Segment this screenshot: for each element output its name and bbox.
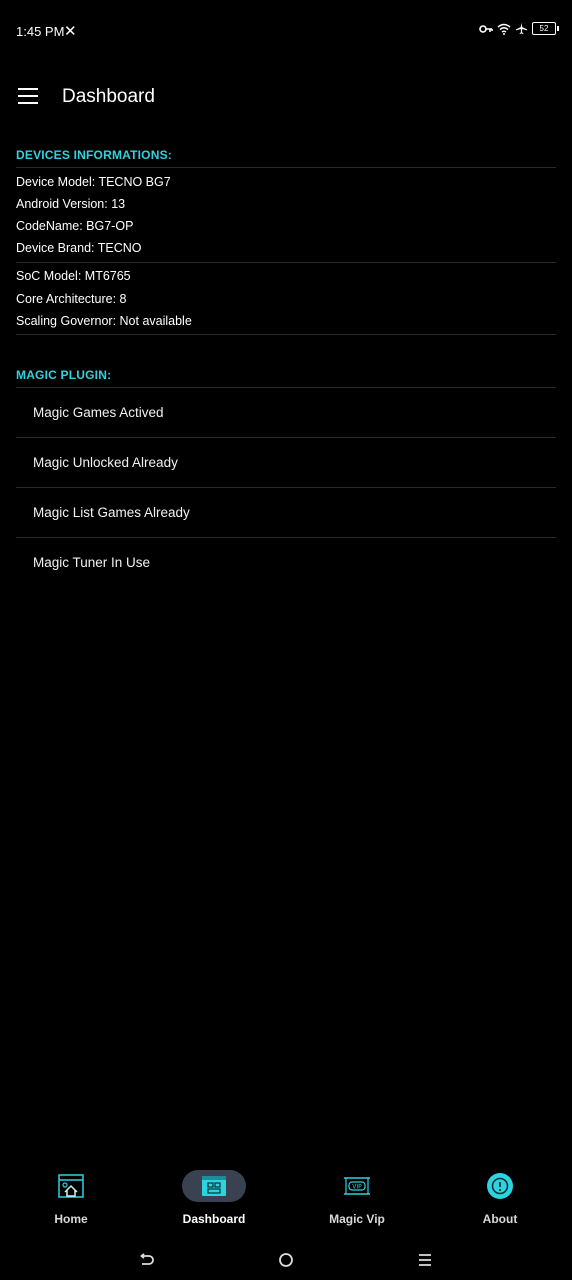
svg-text:VIP: VIP [352, 1184, 362, 1191]
plugin-item-games-actived[interactable]: Magic Games Actived [33, 405, 164, 420]
devices-section-header: DEVICES INFORMATIONS: [16, 148, 172, 162]
device-brand-text: Device Brand: TECNO [16, 241, 142, 255]
nav-item-magic-vip[interactable]: VIP Magic Vip [302, 1160, 412, 1235]
nav-label-magic-vip: Magic Vip [329, 1212, 385, 1226]
battery-icon: 52 [532, 22, 559, 35]
page-title: Dashboard [62, 86, 155, 107]
core-architecture-text: Core Architecture: 8 [16, 292, 127, 306]
vip-icon: VIP [344, 1177, 370, 1195]
device-model-text: Device Model: TECNO BG7 [16, 175, 171, 189]
nav-label-dashboard: Dashboard [182, 1212, 246, 1226]
status-bar: 1:45 PM ✕ 52 [0, 0, 572, 62]
nav-label-about: About [482, 1212, 518, 1226]
plugin-item-unlocked[interactable]: Magic Unlocked Already [33, 455, 178, 470]
plugin-item-tuner[interactable]: Magic Tuner In Use [33, 555, 150, 570]
divider [16, 437, 556, 438]
status-time: 1:45 PM [16, 24, 65, 39]
nav-item-dashboard[interactable]: Dashboard [159, 1160, 269, 1235]
android-version-text: Android Version: 13 [16, 197, 126, 211]
home-button-icon[interactable] [278, 1252, 294, 1268]
nav-item-about[interactable]: About [445, 1160, 555, 1235]
wifi-icon [497, 23, 511, 35]
dashboard-icon [202, 1176, 226, 1196]
divider [16, 262, 556, 263]
bottom-navigation: Home Dashboard VIP Magic Vip About [0, 1160, 572, 1235]
status-icons: 52 [479, 22, 559, 35]
system-navigation-bar [0, 1240, 572, 1280]
app-bar: Dashboard [0, 62, 572, 132]
info-icon [487, 1173, 513, 1199]
divider [16, 334, 556, 335]
back-icon[interactable] [139, 1252, 155, 1268]
nav-label-home: Home [54, 1212, 88, 1226]
scaling-governor-text: Scaling Governor: Not available [16, 314, 192, 328]
hamburger-menu-icon[interactable] [18, 88, 38, 104]
divider [16, 537, 556, 538]
codename-text: CodeName: BG7-OP [16, 219, 134, 233]
divider [16, 387, 556, 388]
divider [16, 167, 556, 168]
recents-icon[interactable] [417, 1252, 433, 1268]
notification-icon: ✕ [64, 23, 77, 40]
plugin-section-header: MAGIC PLUGIN: [16, 368, 112, 382]
key-icon [479, 24, 493, 33]
plugin-item-list-games[interactable]: Magic List Games Already [33, 505, 190, 520]
divider [16, 487, 556, 488]
nav-item-home[interactable]: Home [16, 1160, 126, 1235]
soc-model-text: SoC Model: MT6765 [16, 269, 131, 283]
home-icon [58, 1174, 84, 1198]
airplane-icon [515, 22, 528, 35]
